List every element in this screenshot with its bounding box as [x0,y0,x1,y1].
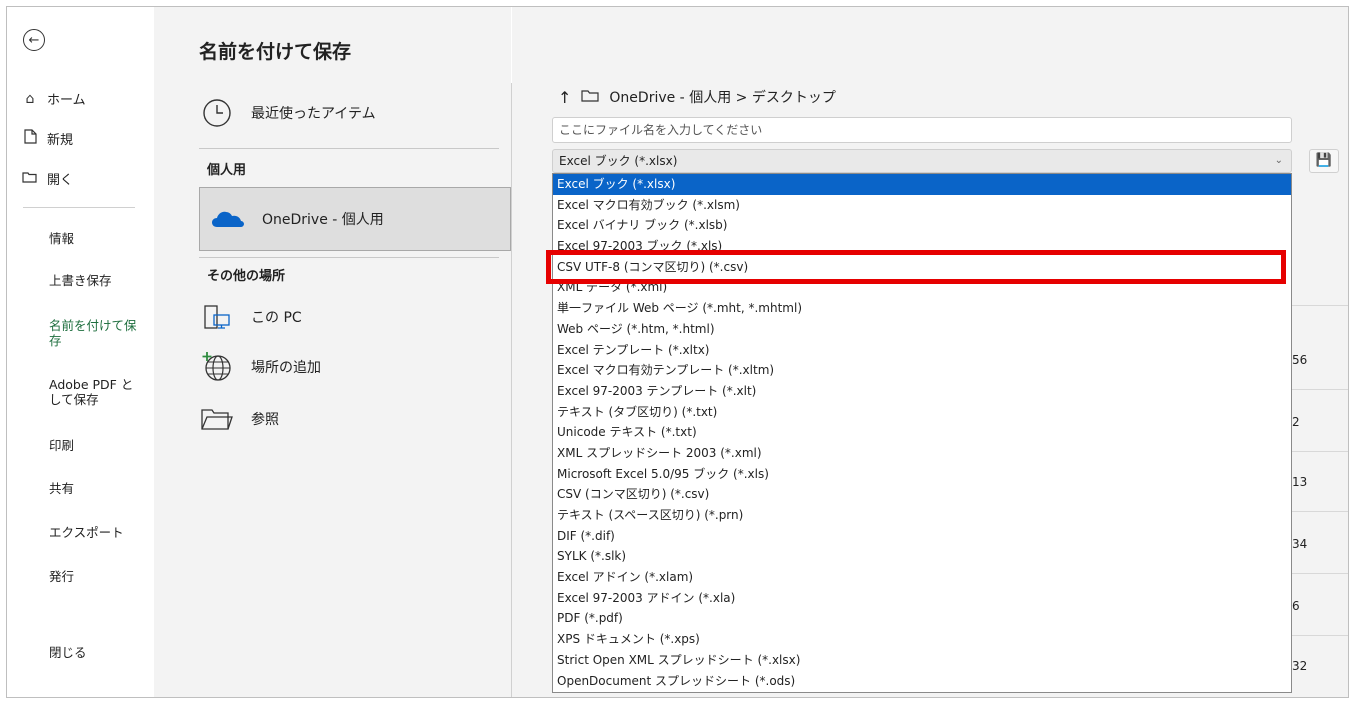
separator [1292,305,1348,306]
filetype-option[interactable]: Excel 97-2003 テンプレート (*.xlt) [553,381,1291,402]
filetype-select[interactable]: Excel ブック (*.xlsx) ⌄ [552,149,1292,173]
location-browse-label: 参照 [251,412,279,428]
onedrive-cloud-icon [208,203,248,235]
filetype-option[interactable]: Strict Open XML スプレッドシート (*.xlsx) [553,650,1291,671]
folder-icon [581,89,600,106]
home-icon: ⌂ [25,90,35,107]
list-item-value: 6 [1292,599,1300,613]
location-recent-label: 最近使ったアイテム [251,106,376,122]
filetype-option[interactable]: Unicode テキスト (*.txt) [553,422,1291,443]
location-recent[interactable]: 最近使ったアイテム [201,97,376,129]
filetype-option[interactable]: テキスト (スペース区切り) (*.prn) [553,505,1291,526]
nav-home-label: ホーム [47,93,86,108]
filetype-option[interactable]: Excel 97-2003 アドイン (*.xla) [553,588,1291,609]
nav-print[interactable]: 印刷 [49,438,145,453]
save-as-window: ← ⌂ ホーム 新規 開く 情報 上書き保存 名前を付けて保存 Adobe PD… [6,6,1349,698]
list-item-value: 32 [1292,659,1308,673]
nav-open-label: 開く [47,173,74,188]
other-places-header: その他の場所 [207,269,286,284]
location-browse[interactable]: 参照 [201,403,279,435]
filetype-option[interactable]: OpenDocument スプレッドシート (*.ods) [553,671,1291,692]
filename-input[interactable]: ここにファイル名を入力してください [552,117,1292,143]
list-item-value: 34 [1292,537,1308,551]
filetype-option[interactable]: Microsoft Excel 5.0/95 ブック (*.xls) [553,464,1291,485]
page-title: 名前を付けて保存 [199,41,352,63]
filetype-option[interactable]: Excel マクロ有効ブック (*.xlsm) [553,195,1291,216]
nav-publish[interactable]: 発行 [49,569,145,584]
nav-save-as[interactable]: 名前を付けて保存 [49,318,145,348]
separator [199,257,499,258]
nav-close[interactable]: 閉じる [49,645,145,660]
back-arrow-icon[interactable]: ← [23,29,45,51]
nav-home[interactable]: ⌂ ホーム [21,89,86,109]
filetype-option[interactable]: PDF (*.pdf) [553,608,1291,629]
filetype-option[interactable]: Excel マクロ有効テンプレート (*.xltm) [553,360,1291,381]
highlight-annotation [546,250,1286,284]
filetype-option[interactable]: Excel テンプレート (*.xltx) [553,340,1291,361]
chevron-down-icon: ⌄ [1274,155,1283,166]
location-add-place[interactable]: 場所の追加 [201,351,321,383]
nav-divider [23,207,135,208]
filetype-option[interactable]: 単一ファイル Web ページ (*.mht, *.mhtml) [553,298,1291,319]
nav-new[interactable]: 新規 [21,129,73,148]
filetype-selected: Excel ブック (*.xlsx) [559,154,678,168]
filetype-option[interactable]: Excel アドイン (*.xlam) [553,567,1291,588]
filetype-option[interactable]: Web ページ (*.htm, *.html) [553,319,1291,340]
new-document-icon [21,129,39,148]
list-item-value: 2 [1292,415,1300,429]
up-arrow-icon[interactable]: ↑ [558,88,571,107]
folder-open-icon [21,171,39,187]
filetype-option[interactable]: SYLK (*.slk) [553,546,1291,567]
separator [1292,451,1348,452]
filetype-option[interactable]: XML スプレッドシート 2003 (*.xml) [553,443,1291,464]
filetype-option[interactable]: CSV (コンマ区切り) (*.csv) [553,484,1291,505]
nav-new-label: 新規 [47,133,74,148]
location-add-place-label: 場所の追加 [251,360,321,376]
location-onedrive[interactable]: OneDrive - 個人用 [199,187,511,251]
folder-icon [201,403,233,435]
location-this-pc[interactable]: この PC [201,301,302,333]
location-pane: 名前を付けて保存 最近使ったアイテム 個人用 OneDrive - 個人用 その… [154,7,511,697]
filetype-option[interactable]: Excel ブック (*.xlsx) [553,174,1291,195]
breadcrumb: ↑ OneDrive - 個人用 > デスクトップ [558,87,836,107]
computer-icon [201,301,233,333]
separator [199,148,499,149]
location-onedrive-label: OneDrive - 個人用 [262,212,384,228]
filetype-option[interactable]: Excel バイナリ ブック (*.xlsb) [553,215,1291,236]
personal-header: 個人用 [207,163,247,178]
nav-export[interactable]: エクスポート [49,525,145,540]
separator [1292,389,1348,390]
backstage-nav: ← ⌂ ホーム 新規 開く 情報 上書き保存 名前を付けて保存 Adobe PD… [7,7,154,697]
nav-share[interactable]: 共有 [49,481,145,496]
list-item-value: 13 [1292,475,1308,489]
breadcrumb-path[interactable]: OneDrive - 個人用 > デスクトップ [609,87,835,107]
nav-save-as-pdf[interactable]: Adobe PDF として保存 [49,377,145,407]
separator [1292,635,1348,636]
location-this-pc-label: この PC [251,310,302,326]
nav-open[interactable]: 開く [21,169,73,188]
globe-add-icon [201,351,233,383]
filetype-option[interactable]: DIF (*.dif) [553,526,1291,547]
file-pane: ↑ OneDrive - 個人用 > デスクトップ ここにファイル名を入力してく… [512,7,1348,697]
save-icon[interactable]: 💾 [1309,149,1339,173]
filetype-option[interactable]: テキスト (タブ区切り) (*.txt) [553,402,1291,423]
filetype-option[interactable]: XPS ドキュメント (*.xps) [553,629,1291,650]
nav-save[interactable]: 上書き保存 [49,273,145,288]
separator [1292,511,1348,512]
nav-info[interactable]: 情報 [49,231,145,246]
separator [1292,573,1348,574]
list-item-value: 56 [1292,353,1308,367]
clock-icon [201,97,233,129]
